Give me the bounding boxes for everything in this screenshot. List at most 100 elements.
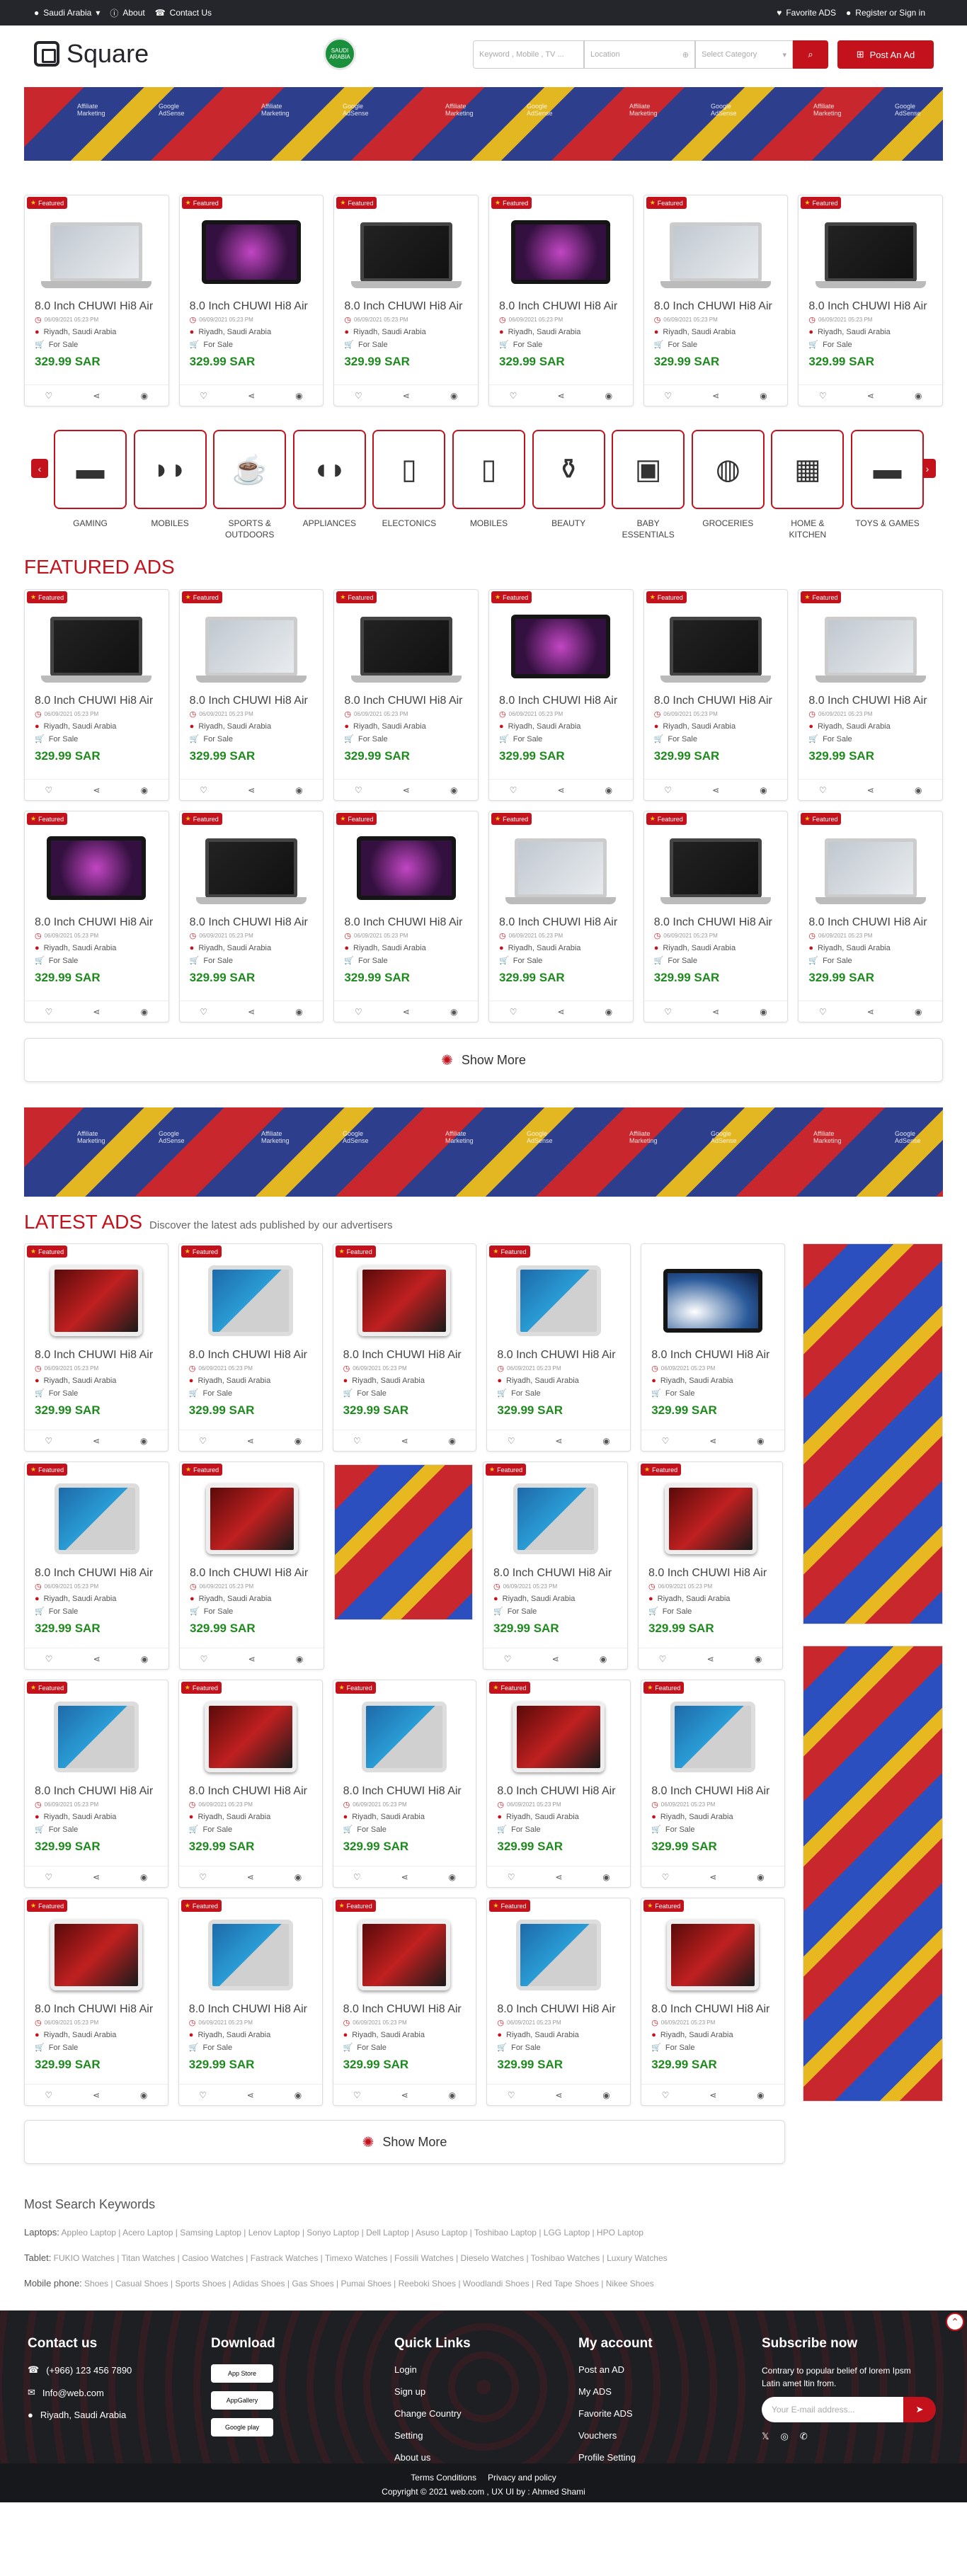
- google-play-button[interactable]: Google play: [211, 2418, 273, 2437]
- favorite-heart-icon[interactable]: ♡: [199, 1872, 207, 1882]
- favorite-heart-icon[interactable]: ♡: [662, 1436, 670, 1446]
- view-eye-icon[interactable]: ◉: [294, 1872, 302, 1882]
- footer-account-link[interactable]: Vouchers: [578, 2430, 653, 2441]
- favorite-heart-icon[interactable]: ♡: [200, 1654, 208, 1664]
- share-icon[interactable]: ⋖: [707, 1654, 714, 1664]
- product-title[interactable]: 8.0 Inch CHUWI Hi8 Air: [808, 916, 932, 929]
- view-eye-icon[interactable]: ◉: [141, 1654, 148, 1664]
- favorite-heart-icon[interactable]: ♡: [510, 1007, 517, 1017]
- footer-account-link[interactable]: Profile Setting: [578, 2452, 653, 2463]
- view-eye-icon[interactable]: ◉: [602, 2090, 610, 2100]
- register-link[interactable]: ● Register or Sign in: [846, 8, 925, 18]
- product-title[interactable]: 8.0 Inch CHUWI Hi8 Air: [343, 1349, 467, 1362]
- share-icon[interactable]: ⋖: [248, 1007, 255, 1017]
- category-item[interactable]: ◖◗ APPLIANCES: [292, 430, 366, 529]
- favorite-heart-icon[interactable]: ♡: [199, 2090, 207, 2100]
- favorite-heart-icon[interactable]: ♡: [45, 2090, 52, 2100]
- twitter-icon[interactable]: 𝕏: [762, 2431, 769, 2442]
- product-title[interactable]: 8.0 Inch CHUWI Hi8 Air: [493, 1567, 617, 1580]
- share-icon[interactable]: ⋖: [557, 391, 564, 401]
- favorite-heart-icon[interactable]: ♡: [510, 785, 517, 795]
- product-card[interactable]: ★ Featured 8.0 Inch CHUWI Hi8 Air ◷ 06/09/…: [333, 811, 479, 1022]
- instagram-icon[interactable]: ◎: [780, 2431, 788, 2442]
- favorite-heart-icon[interactable]: ♡: [200, 785, 207, 795]
- view-eye-icon[interactable]: ◉: [757, 2090, 764, 2100]
- share-icon[interactable]: ⋖: [401, 1436, 408, 1446]
- product-card[interactable]: 8.0 Inch CHUWI Hi8 Air ◷ 06/09/2021 05:23…: [641, 1243, 785, 1452]
- product-card[interactable]: ★ Featured 8.0 Inch CHUWI Hi8 Air ◷ 06/09/…: [332, 1680, 477, 1888]
- product-title[interactable]: 8.0 Inch CHUWI Hi8 Air: [651, 1349, 774, 1362]
- show-more-button[interactable]: ✺ Show More: [24, 1038, 943, 1082]
- subscribe-email-input[interactable]: Your E-mail address...: [762, 2397, 903, 2422]
- favorite-heart-icon[interactable]: ♡: [508, 1872, 515, 1882]
- share-icon[interactable]: ⋖: [712, 391, 719, 401]
- view-eye-icon[interactable]: ◉: [141, 785, 148, 795]
- product-card[interactable]: ★ Featured 8.0 Inch CHUWI Hi8 Air ◷ 06/09/…: [24, 1243, 168, 1452]
- footer-quick-link[interactable]: About us: [394, 2452, 471, 2463]
- about-link[interactable]: ⓘ About: [110, 7, 144, 19]
- product-card[interactable]: ★ Featured 8.0 Inch CHUWI Hi8 Air ◷ 06/09/…: [333, 195, 479, 406]
- favorite-heart-icon[interactable]: ♡: [355, 1007, 362, 1017]
- product-title[interactable]: 8.0 Inch CHUWI Hi8 Air: [497, 1785, 620, 1798]
- share-icon[interactable]: ⋖: [93, 1436, 100, 1446]
- favorite-heart-icon[interactable]: ♡: [355, 391, 362, 401]
- product-title[interactable]: 8.0 Inch CHUWI Hi8 Air: [35, 695, 159, 707]
- view-eye-icon[interactable]: ◉: [602, 1436, 610, 1446]
- product-title[interactable]: 8.0 Inch CHUWI Hi8 Air: [808, 695, 932, 707]
- share-icon[interactable]: ⋖: [401, 2090, 408, 2100]
- product-card[interactable]: ★ Featured 8.0 Inch CHUWI Hi8 Air ◷ 06/09/…: [24, 1461, 169, 1670]
- view-eye-icon[interactable]: ◉: [141, 391, 148, 401]
- share-icon[interactable]: ⋖: [248, 391, 255, 401]
- product-title[interactable]: 8.0 Inch CHUWI Hi8 Air: [189, 1349, 312, 1362]
- share-icon[interactable]: ⋖: [93, 785, 100, 795]
- share-icon[interactable]: ⋖: [93, 1872, 100, 1882]
- share-icon[interactable]: ⋖: [93, 1007, 100, 1017]
- keywords-laptops[interactable]: Laptops: Appleo Laptop | Acero Laptop | …: [24, 2220, 943, 2245]
- category-item[interactable]: ▯ MOBILES: [452, 430, 525, 529]
- category-item[interactable]: ▯ ELECTONICS: [372, 430, 446, 529]
- category-item[interactable]: ☕ SPORTS & OUTDOORS: [213, 430, 287, 540]
- latest-show-more-button[interactable]: ✺ Show More: [24, 2120, 785, 2164]
- favorites-link[interactable]: ♥ Favorite ADS: [777, 8, 836, 18]
- view-eye-icon[interactable]: ◉: [450, 1007, 457, 1017]
- product-title[interactable]: 8.0 Inch CHUWI Hi8 Air: [499, 300, 623, 313]
- favorite-heart-icon[interactable]: ♡: [508, 2090, 515, 2100]
- view-eye-icon[interactable]: ◉: [450, 785, 457, 795]
- view-eye-icon[interactable]: ◉: [760, 1007, 767, 1017]
- favorite-heart-icon[interactable]: ♡: [664, 391, 672, 401]
- view-eye-icon[interactable]: ◉: [757, 1436, 764, 1446]
- product-title[interactable]: 8.0 Inch CHUWI Hi8 Air: [654, 300, 778, 313]
- back-to-top-button[interactable]: ⌃: [946, 2313, 964, 2331]
- favorite-heart-icon[interactable]: ♡: [353, 2090, 361, 2100]
- product-card[interactable]: ★ Featured 8.0 Inch CHUWI Hi8 Air ◷ 06/09/…: [483, 1461, 628, 1670]
- product-card[interactable]: ★ Featured 8.0 Inch CHUWI Hi8 Air ◷ 06/09/…: [488, 589, 634, 801]
- share-icon[interactable]: ⋖: [93, 1654, 101, 1664]
- product-card[interactable]: ★ Featured 8.0 Inch CHUWI Hi8 Air ◷ 06/09/…: [178, 589, 324, 801]
- favorite-heart-icon[interactable]: ♡: [353, 1872, 361, 1882]
- view-eye-icon[interactable]: ◉: [915, 785, 922, 795]
- product-title[interactable]: 8.0 Inch CHUWI Hi8 Air: [35, 1349, 158, 1362]
- product-card[interactable]: ★ Featured 8.0 Inch CHUWI Hi8 Air ◷ 06/09/…: [641, 1680, 785, 1888]
- favorite-heart-icon[interactable]: ♡: [662, 1872, 670, 1882]
- product-card[interactable]: ★ Featured 8.0 Inch CHUWI Hi8 Air ◷ 06/09/…: [486, 1243, 631, 1452]
- view-eye-icon[interactable]: ◉: [450, 391, 457, 401]
- favorite-heart-icon[interactable]: ♡: [662, 2090, 670, 2100]
- sidebar-ad-2[interactable]: [803, 1646, 943, 2102]
- product-card[interactable]: ★ Featured 8.0 Inch CHUWI Hi8 Air ◷ 06/09/…: [488, 811, 634, 1022]
- product-title[interactable]: 8.0 Inch CHUWI Hi8 Air: [343, 1785, 467, 1798]
- product-card[interactable]: ★ Featured 8.0 Inch CHUWI Hi8 Air ◷ 06/09/…: [638, 1461, 783, 1670]
- share-icon[interactable]: ⋖: [709, 1872, 716, 1882]
- product-card[interactable]: ★ Featured 8.0 Inch CHUWI Hi8 Air ◷ 06/09/…: [24, 1680, 168, 1888]
- share-icon[interactable]: ⋖: [93, 2090, 100, 2100]
- search-button[interactable]: ⌕: [793, 40, 828, 69]
- view-eye-icon[interactable]: ◉: [757, 1872, 764, 1882]
- sidebar-ad-1[interactable]: [803, 1243, 943, 1624]
- favorite-heart-icon[interactable]: ♡: [819, 1007, 827, 1017]
- carousel-prev-button[interactable]: ‹: [31, 459, 48, 478]
- country-selector[interactable]: ● Saudi Arabia ▾: [34, 8, 100, 18]
- footer-account-link[interactable]: Favorite ADS: [578, 2408, 653, 2419]
- country-flag[interactable]: SAUDI ARABIA: [324, 38, 356, 70]
- category-item[interactable]: ▬ TOYS & GAMES: [851, 430, 924, 529]
- view-eye-icon[interactable]: ◉: [760, 785, 767, 795]
- product-title[interactable]: 8.0 Inch CHUWI Hi8 Air: [35, 300, 159, 313]
